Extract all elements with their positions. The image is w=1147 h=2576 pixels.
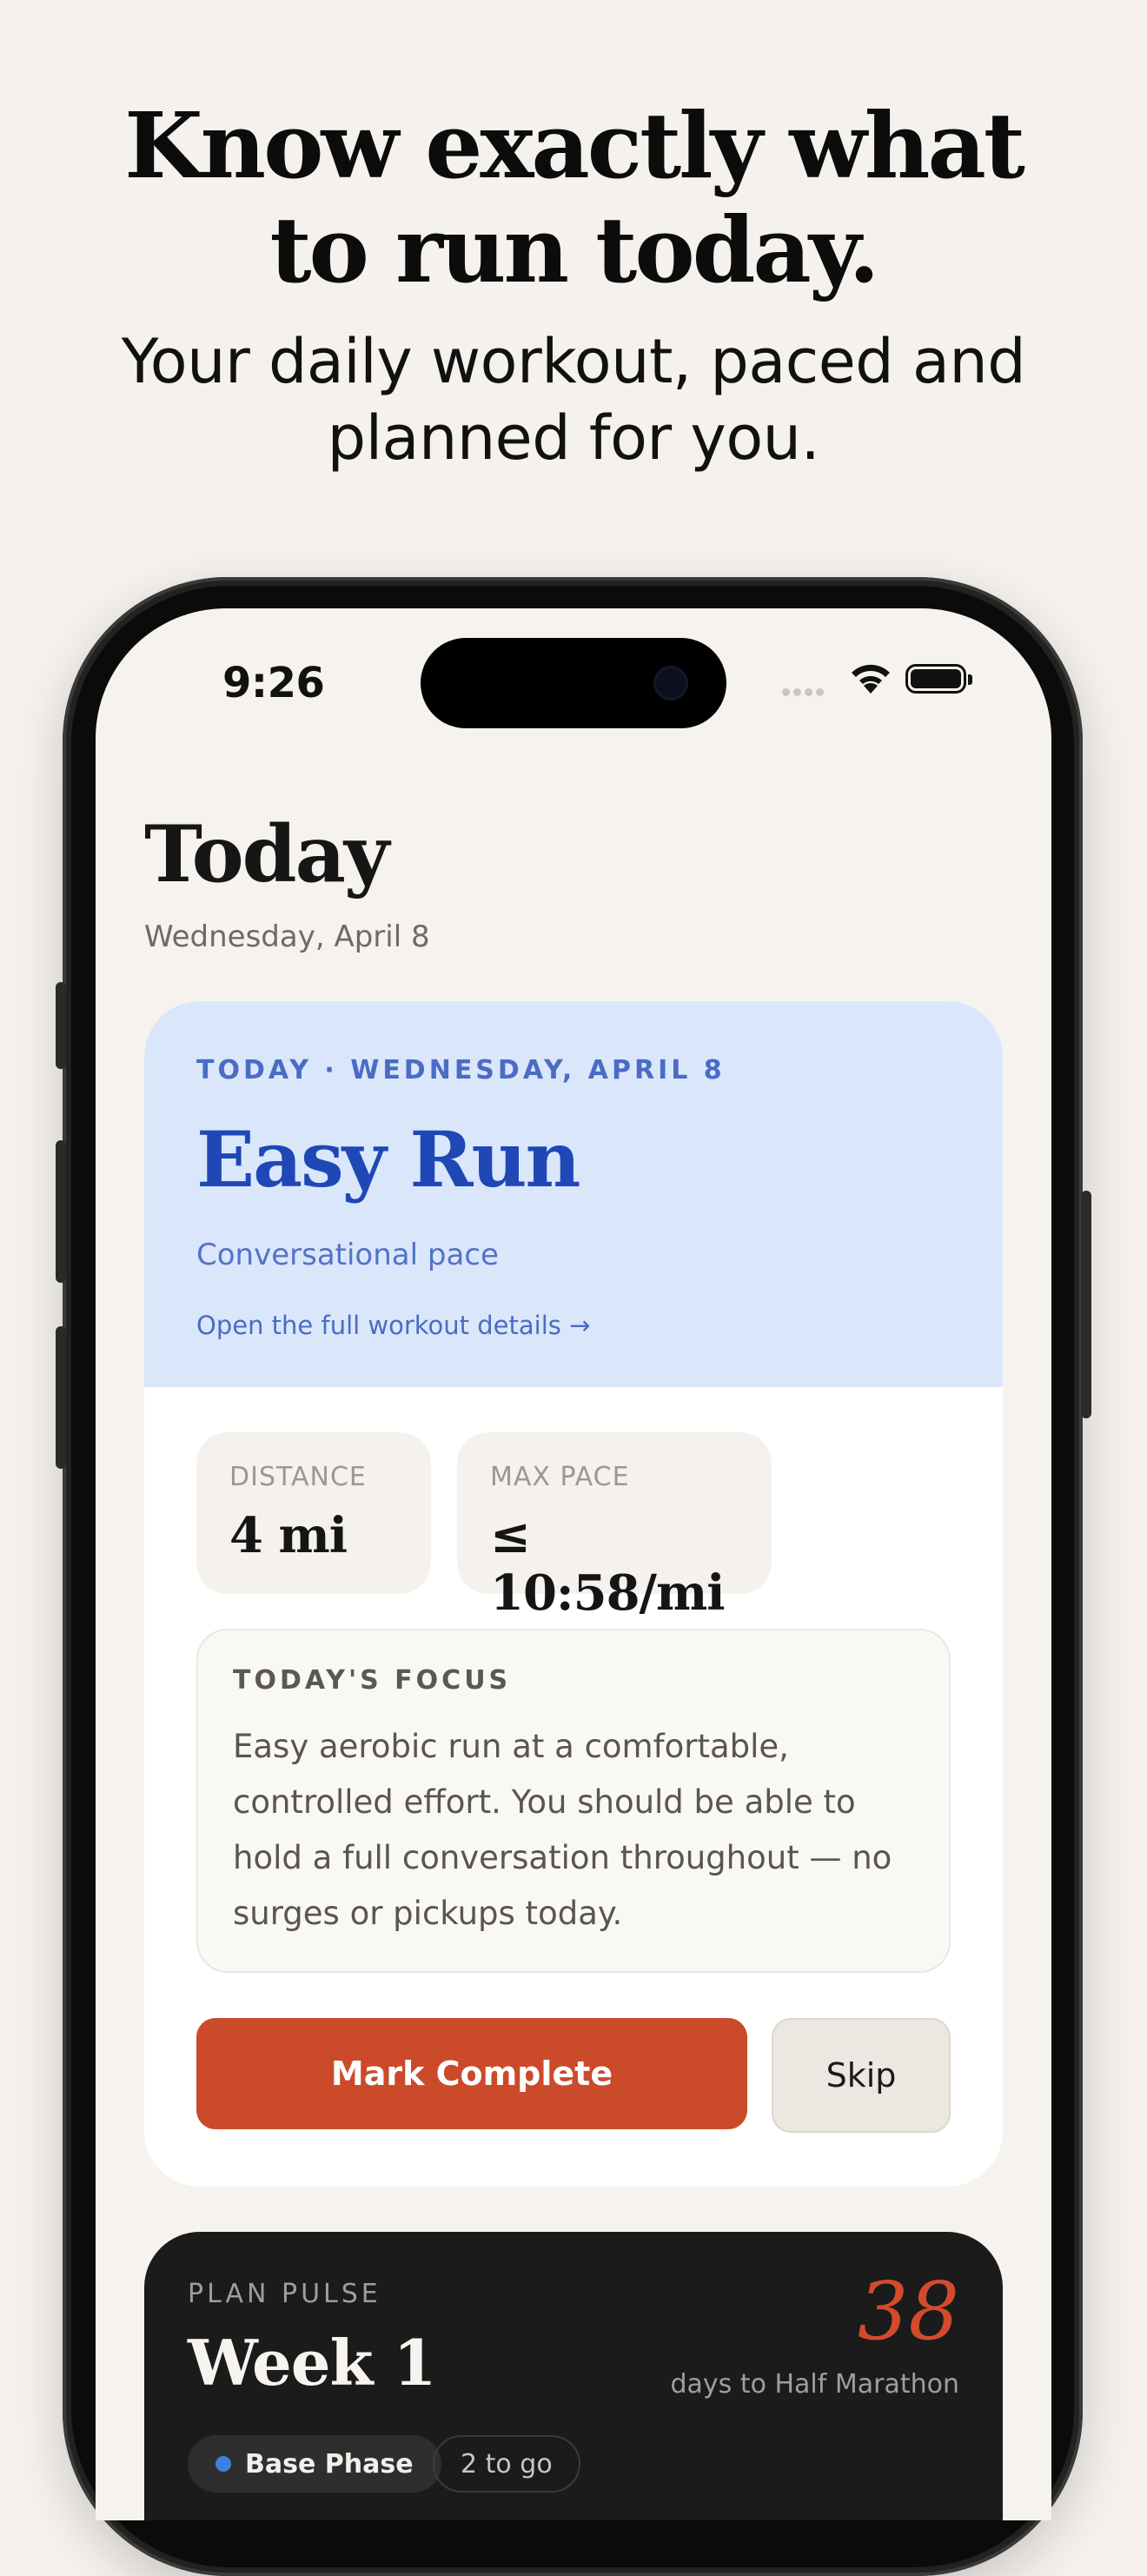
focus-label: TODAY'S FOCUS bbox=[233, 1665, 512, 1696]
action-button bbox=[56, 982, 66, 1069]
plan-pulse-label: PLAN PULSE bbox=[188, 2279, 381, 2309]
page-date: Wednesday, April 8 bbox=[144, 920, 430, 954]
headline-line-2: to run today. bbox=[269, 196, 879, 303]
plan-week: Week 1 bbox=[188, 2326, 437, 2400]
volume-up-button bbox=[56, 1140, 66, 1283]
volume-down-button bbox=[56, 1326, 66, 1469]
status-bar: 9:26 bbox=[96, 608, 1051, 747]
subline-line-1: Your daily workout, paced and bbox=[121, 326, 1026, 397]
wifi-icon bbox=[852, 664, 890, 694]
skip-button[interactable]: Skip bbox=[772, 2018, 951, 2133]
page-title: Today bbox=[144, 808, 389, 900]
marketing-subline: Your daily workout, paced and planned fo… bbox=[0, 323, 1147, 476]
plan-pulse-card[interactable]: PLAN PULSE Week 1 38 days to Half Marath… bbox=[144, 2232, 1003, 2520]
focus-text: Easy aerobic run at a comfortable, contr… bbox=[233, 1728, 892, 1932]
camera-lens-icon bbox=[653, 666, 688, 700]
remaining-chip: 2 to go bbox=[433, 2435, 580, 2493]
remaining-chip-label: 2 to go bbox=[461, 2448, 553, 2480]
phone-screen: 9:26 Today Wednesday, April 8 TODAY · WE… bbox=[96, 608, 1051, 2520]
headline-line-1: Know exactly what bbox=[124, 92, 1025, 199]
stat-label: MAX PACE bbox=[490, 1462, 630, 1492]
status-time: 9:26 bbox=[222, 659, 325, 707]
max-pace-stat: MAX PACE ≤ 10:58/mi bbox=[457, 1432, 772, 1622]
power-button bbox=[1081, 1191, 1091, 1418]
stat-label: DISTANCE bbox=[229, 1462, 367, 1492]
days-countdown-label: days to Half Marathon bbox=[670, 2369, 959, 2400]
dynamic-island bbox=[421, 638, 726, 728]
workout-name: Easy Run bbox=[196, 1114, 580, 1205]
days-countdown: 38 bbox=[857, 2265, 959, 2358]
phase-dot-icon bbox=[215, 2456, 231, 2472]
stat-value: ≤ 10:58/mi bbox=[490, 1507, 726, 1622]
mark-complete-button[interactable]: Mark Complete bbox=[196, 2018, 747, 2129]
workout-eyebrow: TODAY · WEDNESDAY, APRIL 8 bbox=[196, 1055, 726, 1086]
distance-stat: DISTANCE 4 mi bbox=[196, 1432, 431, 1594]
marketing-headline: Know exactly what to run today. bbox=[0, 94, 1147, 302]
subline-line-2: planned for you. bbox=[327, 402, 820, 474]
stat-value: 4 mi bbox=[229, 1507, 348, 1564]
workout-card: TODAY · WEDNESDAY, APRIL 8 Easy Run Conv… bbox=[144, 1001, 1003, 2187]
workout-details-link[interactable]: Open the full workout details → bbox=[196, 1311, 590, 1340]
todays-focus-box: TODAY'S FOCUS Easy aerobic run at a comf… bbox=[196, 1629, 951, 1973]
workout-subtitle: Conversational pace bbox=[196, 1238, 499, 1272]
phase-chip: Base Phase bbox=[188, 2435, 441, 2493]
signal-icon bbox=[782, 683, 827, 700]
phase-chip-label: Base Phase bbox=[245, 2448, 414, 2480]
battery-icon bbox=[905, 664, 972, 694]
workout-hero[interactable]: TODAY · WEDNESDAY, APRIL 8 Easy Run Conv… bbox=[144, 1001, 1003, 1387]
